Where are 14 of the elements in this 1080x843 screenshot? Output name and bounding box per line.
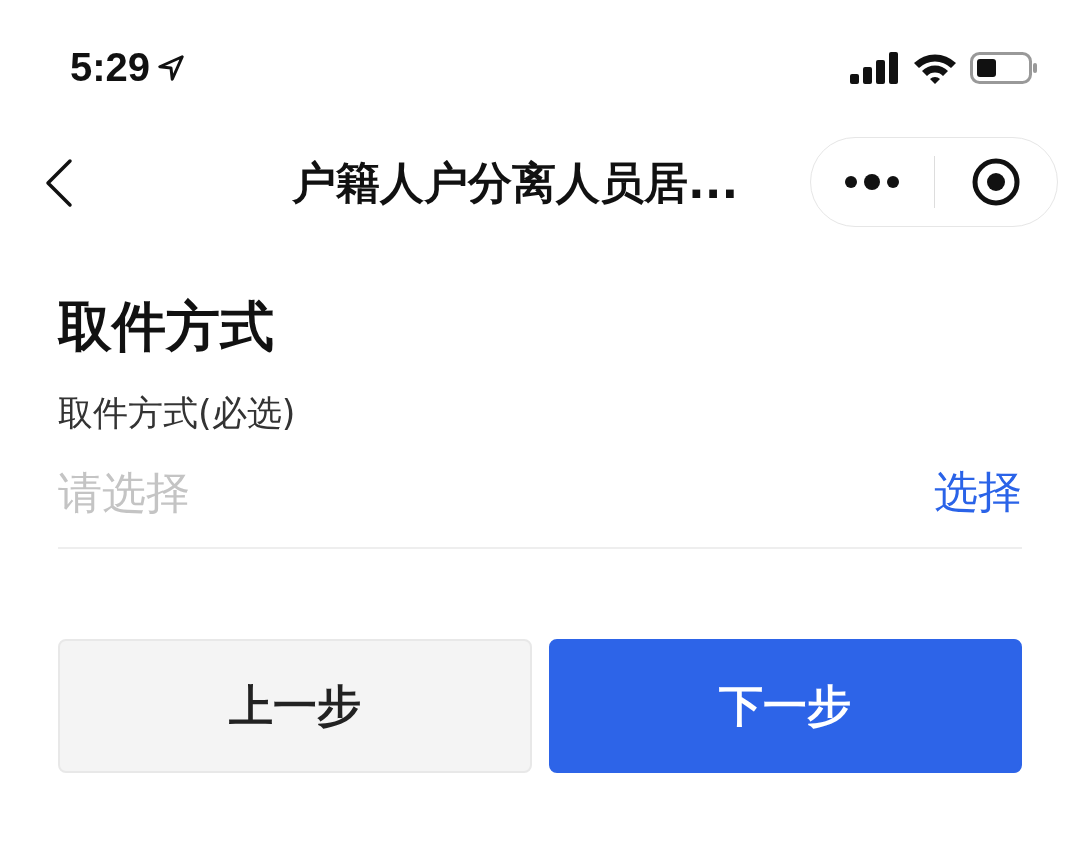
select-field[interactable]: 请选择 bbox=[58, 466, 934, 518]
battery-icon bbox=[970, 51, 1038, 84]
status-time: 5:29 bbox=[70, 45, 151, 90]
page-title: 户籍人户分离人员居... bbox=[292, 155, 739, 210]
back-button[interactable] bbox=[44, 158, 74, 208]
field-label: 取件方式(必选) bbox=[58, 392, 297, 435]
more-icon[interactable] bbox=[843, 172, 902, 192]
next-button[interactable]: 下一步 bbox=[548, 639, 1022, 773]
location-arrow-icon bbox=[156, 52, 187, 83]
signal-icon bbox=[850, 51, 900, 84]
previous-button[interactable]: 上一步 bbox=[58, 639, 532, 773]
section-heading: 取件方式 bbox=[58, 294, 275, 360]
select-link[interactable]: 选择 bbox=[934, 462, 1022, 522]
wifi-icon bbox=[912, 51, 958, 84]
